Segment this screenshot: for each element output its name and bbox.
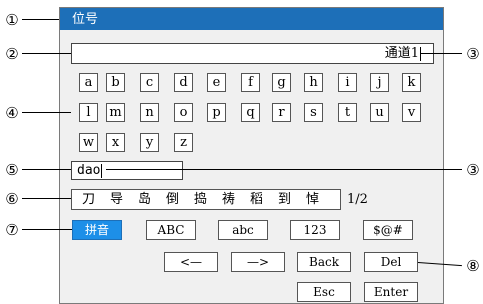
key-p[interactable]: p [207,103,226,122]
key-g[interactable]: g [272,73,291,92]
key-j[interactable]: j [370,73,389,92]
lowercase-mode-button[interactable]: abc [218,220,268,240]
candidate-item[interactable]: 悼 [306,190,334,209]
key-l[interactable]: l [79,103,98,122]
candidate-item[interactable]: 稻 [250,190,278,209]
pinyin-caret [101,163,103,178]
key-c[interactable]: c [140,73,159,92]
pinyin-mode-button[interactable]: 拼音 [72,220,122,240]
candidate-item[interactable]: 倒 [166,190,194,209]
key-y[interactable]: y [140,133,159,152]
callout-3: ③ [466,45,480,63]
dialog-title: 位号 [60,8,443,30]
candidate-item[interactable]: 岛 [138,190,166,209]
key-w[interactable]: w [79,133,98,152]
pinyin-input[interactable]: dao [71,161,183,180]
tag-value-text: 通道1 [384,46,419,61]
callout-4: ④ [5,104,19,122]
key-e[interactable]: e [207,73,226,92]
enter-button[interactable]: Enter [364,282,418,302]
callout-2-line [22,53,71,54]
digits-mode-button[interactable]: 123 [290,220,340,240]
key-u[interactable]: u [370,103,389,122]
callout-5-line [22,169,71,170]
key-x[interactable]: x [106,133,125,152]
backspace-button[interactable]: Back [297,252,351,272]
candidate-item[interactable]: 到 [278,190,306,209]
callout-4-line [22,112,71,113]
key-r[interactable]: r [272,103,291,122]
candidate-item[interactable]: 刀 [82,190,110,209]
key-d[interactable]: d [174,73,193,92]
key-k[interactable]: k [402,73,421,92]
key-m[interactable]: m [106,103,125,122]
callout-3-again: ③ [466,161,480,179]
key-f[interactable]: f [241,73,260,92]
key-z[interactable]: z [174,133,193,152]
callout-5: ⑤ [5,161,19,179]
candidate-item[interactable]: 捣 [194,190,222,209]
callout-8: ⑧ [466,257,480,275]
callout-2: ② [5,45,19,63]
candidate-item[interactable]: 祷 [222,190,250,209]
callout-1: ① [5,11,19,29]
callout-3-again-line [106,169,462,170]
callout-7-line [22,229,72,230]
key-b[interactable]: b [106,73,125,92]
tag-value-field[interactable]: 通道1 [71,43,434,64]
uppercase-mode-button[interactable]: ABC [146,220,196,240]
callout-3-line [421,53,462,54]
candidate-item[interactable]: 导 [110,190,138,209]
delete-button[interactable]: Del [364,252,418,272]
key-i[interactable]: i [338,73,357,92]
callout-7: ⑦ [5,221,19,239]
key-s[interactable]: s [304,103,323,122]
key-q[interactable]: q [241,103,260,122]
callout-6-line [22,198,71,199]
key-v[interactable]: v [402,103,421,122]
candidate-page-count: 1/2 [347,192,368,207]
key-h[interactable]: h [304,73,323,92]
cursor-left-button[interactable]: <— [164,252,218,272]
pinyin-text: dao [77,163,101,178]
symbols-mode-button[interactable]: $@# [363,220,413,240]
key-n[interactable]: n [140,103,159,122]
esc-button[interactable]: Esc [297,282,351,302]
candidate-list: 刀导岛倒捣祷稻到悼 [71,189,341,210]
callout-6: ⑥ [5,190,19,208]
key-a[interactable]: a [79,73,98,92]
cursor-right-button[interactable]: —> [231,252,285,272]
callout-1-line [22,19,59,20]
key-o[interactable]: o [174,103,193,122]
key-t[interactable]: t [338,103,357,122]
